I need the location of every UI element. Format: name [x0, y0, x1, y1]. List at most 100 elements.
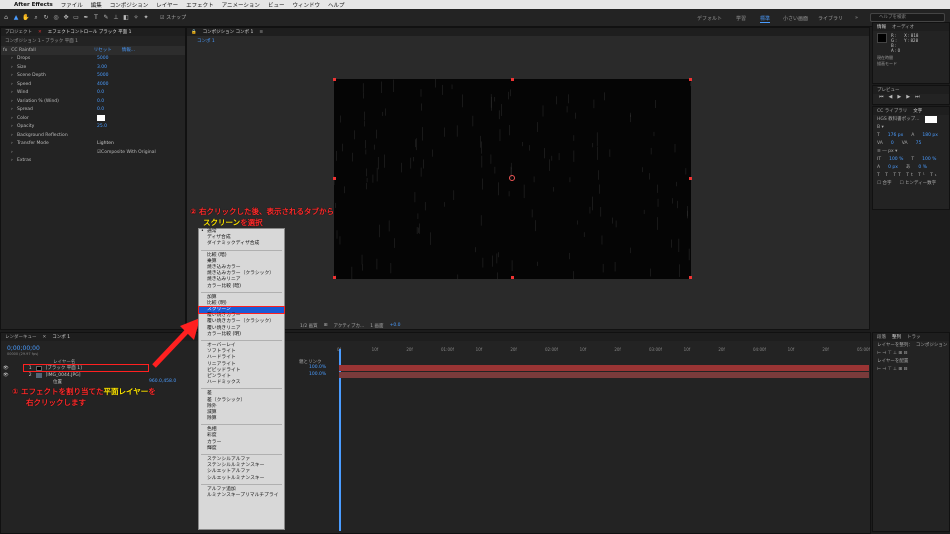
layer-bar[interactable] [339, 365, 869, 371]
lock-icon[interactable]: 🔒 [191, 30, 197, 35]
kerning[interactable]: 0 [891, 141, 894, 146]
about-link[interactable]: 情報... [122, 47, 135, 53]
menu-item[interactable]: ダイナミックディザ合成 [199, 241, 284, 247]
tab-paragraph[interactable]: 段落 [877, 334, 886, 340]
edge-handle[interactable] [333, 177, 336, 180]
rectangle-tool-icon[interactable]: ▭ [72, 14, 80, 22]
effect-property-row[interactable]: › ☑ Composite With Original [1, 148, 185, 157]
timecode[interactable]: 0;00;00;00 [7, 345, 40, 352]
play-icon[interactable]: ▶ [897, 94, 901, 100]
puppet-tool-icon[interactable]: ✦ [142, 14, 150, 22]
property-value[interactable]: 5000 [97, 73, 108, 78]
twirl-icon[interactable]: › [11, 150, 17, 155]
pan-behind-tool-icon[interactable]: ✥ [62, 14, 70, 22]
last-frame-icon[interactable]: ⏭ [915, 94, 920, 100]
menu-edit[interactable]: 編集 [91, 1, 102, 9]
eye-icon[interactable]: 👁 [3, 366, 9, 371]
composition-viewer[interactable] [333, 78, 692, 279]
menu-item[interactable]: ルミナンスキープリマルチプライ [199, 493, 284, 499]
layer-bar[interactable] [339, 372, 869, 378]
menu-effect[interactable]: エフェクト [186, 1, 214, 9]
comp-subtab[interactable]: コンポ 1 [187, 36, 869, 46]
text-style-buttons[interactable]: T T TT Tt T¹ T₁ [873, 171, 949, 179]
property-value[interactable]: 5000 [97, 56, 108, 61]
vertical-scale[interactable]: 100 % [889, 157, 903, 162]
effect-property-row[interactable]: › Transfer Mode Lighten [1, 140, 185, 149]
property-value[interactable]: 0.0 [97, 99, 104, 104]
prev-frame-icon[interactable]: ◀ [889, 94, 893, 100]
zoom-tool-icon[interactable]: ⌕ [32, 14, 40, 22]
effect-property-row[interactable]: › Color [1, 114, 185, 123]
property-value[interactable]: Composite With Original [101, 150, 156, 155]
effect-property-row[interactable]: › Opacity 25.0 [1, 123, 185, 132]
tab-audio[interactable]: オーディオ [892, 24, 914, 30]
comp-menu-icon[interactable]: ≡ [259, 30, 263, 35]
tracking[interactable]: 75 [916, 141, 922, 146]
property-value[interactable]: 0.0 [97, 107, 104, 112]
stroke-row[interactable]: ≡ ― px ▾ [873, 147, 949, 155]
corner-handle[interactable] [333, 78, 336, 81]
next-frame-icon[interactable]: ▶ [906, 94, 910, 100]
color-swatch[interactable] [97, 115, 105, 122]
effect-property-row[interactable]: › Spread 0.0 [1, 106, 185, 115]
home-icon[interactable]: ⌂ [2, 14, 10, 22]
property-value[interactable]: 0.0 [97, 90, 104, 95]
menu-item[interactable]: カラー比較 (明) [199, 332, 284, 338]
tab-composition[interactable]: コンポジション コンポ 1 [203, 29, 254, 35]
property-value[interactable]: 25.0 [97, 124, 107, 129]
fill-color-swatch[interactable] [925, 115, 938, 123]
layer-name[interactable]: [IMG_0044.JPG] [46, 373, 81, 378]
edge-handle[interactable] [689, 177, 692, 180]
type-tool-icon[interactable]: T [92, 14, 100, 22]
effect-property-row[interactable]: › Variation % (Wind) 0.0 [1, 97, 185, 106]
clone-tool-icon[interactable]: ⊥ [112, 14, 120, 22]
time-ruler[interactable]: 0f10f20f01:00f10f20f02:00f10f20f03:00f10… [337, 347, 870, 357]
camera-tool-icon[interactable]: ◎ [52, 14, 60, 22]
edge-handle[interactable] [511, 276, 514, 279]
anchor-point-icon[interactable] [509, 175, 515, 181]
selection-tool-icon[interactable]: ▲ [12, 14, 20, 22]
help-search-input[interactable]: ヘルプを検索 [870, 13, 945, 22]
distribute-buttons[interactable]: ⊢ ⊣ ⊤ ⊥ ⊞ ⊟ [873, 365, 949, 373]
effect-property-row[interactable]: › Wind 0.0 [1, 89, 185, 98]
tab-align[interactable]: 整列 [892, 334, 901, 340]
close-icon[interactable]: ✕ [43, 335, 47, 340]
workspace-more-icon[interactable]: » [855, 15, 858, 21]
menu-item[interactable]: ハードミックス [199, 380, 284, 386]
corner-handle[interactable] [689, 276, 692, 279]
hindi-checkbox[interactable]: ☐ ヒンディー数字 [899, 180, 936, 186]
tab-comp[interactable]: コンポ 1 [52, 334, 70, 340]
effect-property-row[interactable]: › Speed 4000 [1, 80, 185, 89]
grid-icon[interactable]: ⊞ [324, 323, 328, 328]
tab-render-queue[interactable]: レンダーキュー [5, 334, 37, 340]
workspace-small-screen[interactable]: 小さい画面 [783, 15, 808, 22]
menu-item[interactable]: • 通常 [199, 229, 284, 235]
hand-tool-icon[interactable]: ✋ [22, 14, 30, 22]
menu-composition[interactable]: コンポジション [110, 1, 149, 9]
workspace-libraries[interactable]: ライブラリ [818, 15, 843, 22]
effect-property-row[interactable]: › Drops 5000 [1, 55, 185, 64]
tab-cc-libraries[interactable]: CC ライブラリ [877, 108, 907, 114]
menu-animation[interactable]: アニメーション [222, 1, 260, 9]
property-value[interactable]: 3.00 [97, 65, 107, 70]
pen-tool-icon[interactable]: ✒ [82, 14, 90, 22]
corner-handle[interactable] [333, 276, 336, 279]
effect-property-row[interactable]: › Extras [1, 157, 185, 166]
menu-file[interactable]: ファイル [61, 1, 83, 9]
tab-effect-controls[interactable]: エフェクトコントロール ブラック 平面 1 [48, 29, 132, 35]
workspace-learn[interactable]: 学習 [736, 15, 746, 22]
workspace-default[interactable]: デフォルト [697, 15, 722, 22]
effect-property-row[interactable]: › Size 3.00 [1, 63, 185, 72]
menu-window[interactable]: ウィンドウ [292, 1, 320, 9]
menu-view[interactable]: ビュー [268, 1, 285, 9]
roto-tool-icon[interactable]: ✧ [132, 14, 140, 22]
property-value[interactable]: 4000 [97, 82, 108, 87]
ligature-checkbox[interactable]: ☐ 合字 [877, 180, 891, 186]
horizontal-scale[interactable]: 100 % [922, 157, 936, 162]
rotate-tool-icon[interactable]: ↻ [42, 14, 50, 22]
effect-property-row[interactable]: › Background Reflection [1, 131, 185, 140]
menu-item[interactable]: 輝度 [199, 446, 284, 452]
menu-help[interactable]: ヘルプ [328, 1, 345, 9]
tab-tracker[interactable]: トラッ [907, 334, 921, 340]
tsume[interactable]: 0 % [918, 165, 927, 170]
